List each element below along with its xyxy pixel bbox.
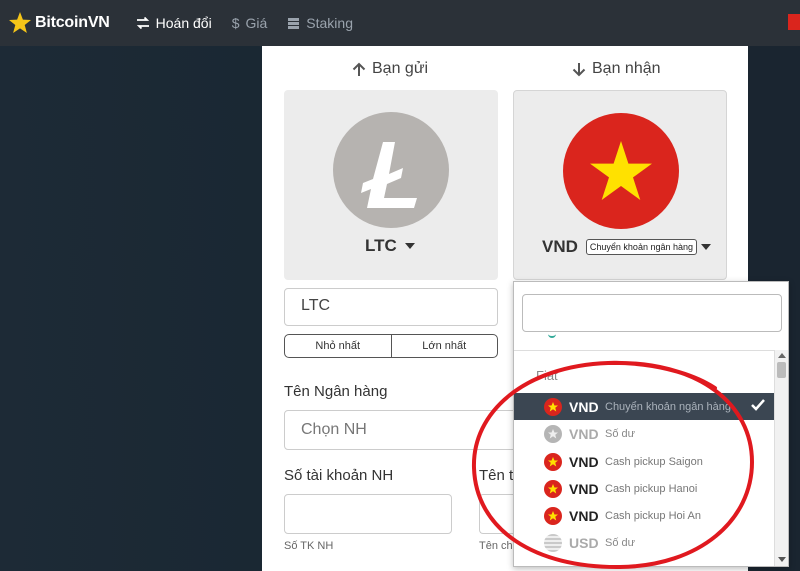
scroll-up-icon[interactable] bbox=[778, 353, 786, 358]
min-max-toggle: Nhỏ nhất Lớn nhất bbox=[284, 334, 498, 358]
dollar-icon: $ bbox=[231, 15, 240, 31]
send-coin-card[interactable]: LTC bbox=[284, 90, 498, 280]
dropdown-item[interactable]: VND Cash pickup Saigon bbox=[514, 448, 776, 475]
partial-item-icon bbox=[548, 334, 556, 338]
receive-direction-label: Bạn nhận bbox=[572, 60, 661, 78]
nav-price-label: Giá bbox=[245, 15, 268, 31]
receive-coin-card[interactable]: VND Chuyển khoản ngân hàng bbox=[513, 90, 727, 280]
check-icon bbox=[751, 399, 765, 411]
stack-icon bbox=[287, 17, 300, 30]
brand-name: BitcoinVN bbox=[35, 14, 110, 31]
dropdown-group-label: Fiat bbox=[536, 368, 558, 383]
send-amount-input[interactable]: LTC bbox=[284, 288, 498, 326]
currency-dropdown: Fiat VND Chuyển khoản ngân hàng VND Số d… bbox=[513, 281, 789, 567]
dropdown-item[interactable]: VND Chuyển khoản ngân hàng bbox=[514, 393, 776, 420]
brand-star-icon bbox=[9, 12, 31, 33]
top-navbar: BitcoinVN Hoán đổi $ Giá Staking bbox=[0, 0, 800, 46]
account-number-hint: Số TK NH bbox=[284, 540, 334, 552]
caret-down-icon bbox=[701, 244, 711, 250]
dropdown-item[interactable]: VND Số dư bbox=[514, 420, 776, 447]
account-number-input[interactable] bbox=[284, 494, 452, 534]
vietnam-flag-icon bbox=[544, 397, 562, 416]
max-button[interactable]: Lớn nhất bbox=[390, 335, 498, 357]
scroll-down-icon[interactable] bbox=[778, 557, 786, 562]
background-left bbox=[0, 46, 262, 571]
nav-staking-label: Staking bbox=[306, 15, 353, 31]
nav-swap-label: Hoán đổi bbox=[155, 15, 212, 31]
send-direction-label: Bạn gửi bbox=[352, 60, 428, 78]
dropdown-scrollbar[interactable] bbox=[774, 350, 788, 566]
vietnam-flag-icon bbox=[544, 479, 562, 498]
account-number-label: Số tài khoản NH bbox=[284, 467, 394, 484]
brand-logo[interactable]: BitcoinVN bbox=[8, 11, 110, 35]
payment-method-badge: Chuyển khoản ngân hàng bbox=[585, 239, 697, 255]
nav-staking[interactable]: Staking bbox=[287, 15, 353, 31]
account-owner-hint: Tên ch bbox=[479, 540, 513, 552]
caret-down-icon bbox=[404, 243, 415, 249]
swap-icon bbox=[136, 17, 150, 29]
dropdown-search-input[interactable] bbox=[522, 294, 782, 332]
vietnam-flag-icon bbox=[544, 506, 562, 525]
dropdown-item[interactable]: VND Cash pickup Hoi An bbox=[514, 502, 776, 529]
nav-swap[interactable]: Hoán đổi bbox=[136, 15, 212, 31]
dropdown-item[interactable]: VND Cash pickup Hanoi bbox=[514, 475, 776, 502]
vietnam-flag-icon bbox=[563, 113, 679, 229]
account-owner-label: Tên t bbox=[479, 467, 514, 484]
arrow-down-icon bbox=[572, 62, 586, 76]
usa-flag-icon bbox=[544, 533, 562, 552]
dropdown-divider bbox=[514, 350, 776, 351]
min-button[interactable]: Nhỏ nhất bbox=[285, 335, 391, 357]
bank-select[interactable]: Chọn NH bbox=[284, 410, 524, 450]
dropdown-item[interactable]: USD Số dư bbox=[514, 529, 776, 556]
nav-price[interactable]: $ Giá bbox=[232, 15, 268, 31]
scrollbar-thumb[interactable] bbox=[777, 362, 786, 378]
arrow-up-icon bbox=[352, 62, 366, 76]
vietnam-flag-icon bbox=[544, 452, 562, 471]
litecoin-icon bbox=[333, 112, 449, 228]
receive-coin-selector[interactable]: VND Chuyển khoản ngân hàng bbox=[542, 237, 711, 257]
vietnam-flag-icon bbox=[544, 424, 562, 443]
bank-name-label: Tên Ngân hàng bbox=[284, 383, 388, 400]
send-coin-selector[interactable]: LTC bbox=[365, 236, 415, 256]
language-flag-icon[interactable] bbox=[788, 14, 800, 30]
